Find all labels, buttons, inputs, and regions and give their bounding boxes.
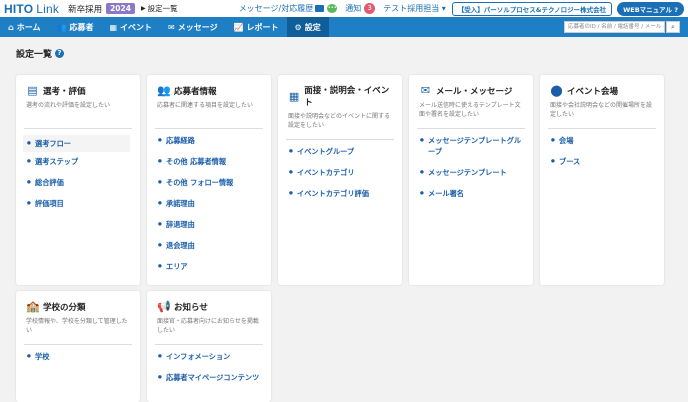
page-title: 設定一覧 ? [16,47,65,60]
settings-link-selection-steps[interactable]: 選考ステップ [26,156,130,167]
main-nav: ⌂ ホーム 👥 応募者 ▦ イベント ✉ メッセージ 📈 レポート ⚙ 設定 応募者のID … [0,17,688,37]
chart-icon: 📈 [233,22,244,32]
card-description: 面接や説明会などのイベントに関する設定をしたい [288,113,391,129]
settings-card-mail-message: ✉ メール・メッセージ メール送信時に使えるテンプレート文面や署名を設定したい … [409,75,533,285]
users-icon: 👥 [56,22,67,32]
settings-link-acceptance-reason[interactable]: 承諾理由 [157,198,261,209]
location-pin-icon: ⬤ [550,84,563,97]
card-title: お知らせ [174,302,208,313]
document-icon: ▤ [27,84,38,97]
nav-events[interactable]: ▦ イベント [101,17,160,37]
settings-link-area[interactable]: エリア [157,261,261,272]
settings-link-message-template[interactable]: メッセージテンプレート [419,167,523,178]
settings-link-mail-signature[interactable]: メール署名 [419,188,523,199]
card-title: イベント会場 [567,86,619,97]
settings-link-other-follow-info[interactable]: その他 フォロー情報 [157,177,261,188]
settings-card-applicant-info: 👥 応募者情報 応募者に関連する項目を設定したい 応募経路 その他 応募者情報 … [147,75,271,285]
settings-link-booth[interactable]: ブース [550,156,654,167]
year-badge[interactable]: 2024 [106,3,135,14]
gear-icon: ⚙ [294,22,302,32]
message-history-label: メッセージ/対応履歴 [238,4,314,13]
recruit-type-label: 新卒採用 [68,4,103,15]
card-description: 面接や会社説明会などの開催場所を設定したい [550,102,653,118]
mail-icon [315,5,325,12]
settings-link-evaluation-items[interactable]: 評価項目 [26,198,130,209]
settings-link-applicant-mypage-content[interactable]: 応募者マイページコンテンツ [157,372,261,383]
calendar-icon: ▦ [288,89,300,103]
nav-reports-label: レポート [246,22,279,32]
company-button[interactable]: 【受入】パーソルプロセス&テクノロジー株式会社 [451,1,613,16]
applicant-search-input[interactable]: 応募者のID / 名前 / 電話番号 / メール [564,21,665,33]
settings-link-event-group[interactable]: イベントグループ [288,146,392,157]
chevron-down-icon: ▾ [439,4,446,13]
card-title: 応募者情報 [174,86,217,97]
nav-reports[interactable]: 📈 レポート [226,17,287,37]
settings-card-events: ▦ 面接・説明会・イベント 面接や説明会などのイベントに関する設定をしたい イベ… [278,75,402,285]
card-title: 学校の分類 [43,302,86,313]
card-description: 面接官・応募者向けにお知らせを掲載したい [157,318,259,334]
logo-sub: Link [36,1,60,16]
help-icon[interactable]: ? [55,49,65,58]
settings-card-school: 🏫 学校の分類 学校情報や、学校を分類して管理したい 学校 [16,291,140,402]
chat-icon: ••• [327,4,338,13]
page-title-text: 設定一覧 [16,50,53,60]
card-description: 学校情報や、学校を分類して管理したい [26,318,128,334]
settings-link-overall-evaluation[interactable]: 総合評価 [26,177,130,188]
card-description: 選考の流れや評価を設定したい [26,102,111,109]
web-manual-label: WEBマニュアル [623,5,672,14]
nav-settings[interactable]: ⚙ 設定 [286,17,329,37]
settings-link-withdrawal-reason[interactable]: 退会理由 [157,240,261,251]
logo-main: HITO [4,1,34,16]
settings-link-message-template-group[interactable]: メッセージテンプレートグループ [419,135,523,157]
user-name: テスト採用担当 [383,4,440,13]
mail-icon: ✉ [168,22,175,32]
settings-card-selection: ▤ 選考・評価 選考の流れや評価を設定したい 選考フロー 選考ステップ 総合評価… [16,75,140,285]
megaphone-icon: 📢 [157,300,171,313]
nav-home[interactable]: ⌂ ホーム [0,17,49,37]
nav-events-label: イベント [120,22,153,32]
search-button[interactable]: ⌕ [666,21,680,33]
calendar-icon: ▦ [109,22,118,32]
notification-button[interactable]: 通知 3 [345,3,376,14]
card-title: メール・メッセージ [436,86,513,97]
nav-applicants[interactable]: 👥 応募者 [49,17,102,37]
web-manual-button[interactable]: WEBマニュアル ? [617,1,684,16]
home-icon: ⌂ [8,22,14,32]
settings-link-selection-flow[interactable]: 選考フロー [23,135,130,152]
top-right-tools: メッセージ/対応履歴 ••• 通知 3 テスト採用担当 ▾ 【受入】パーソルプロ… [239,0,684,17]
settings-link-event-category-evaluation[interactable]: イベントカテゴリ評価 [288,188,392,199]
notification-count-badge: 3 [364,3,376,14]
breadcrumb: ▶ 設定一覧 [141,3,178,14]
nav-messages[interactable]: ✉ メッセージ [160,17,226,37]
nav-applicants-label: 応募者 [69,22,94,32]
settings-link-school[interactable]: 学校 [26,351,130,362]
settings-link-decline-reason[interactable]: 辞退理由 [157,219,261,230]
settings-link-information[interactable]: インフォメーション [157,351,261,362]
user-menu[interactable]: テスト採用担当 ▾ [383,3,446,14]
settings-card-event-venue: ⬤ イベント会場 面接や会社説明会などの開催場所を設定したい 会場 ブース [540,75,664,285]
breadcrumb-current: 設定一覧 [147,4,178,13]
card-title: 面接・説明会・イベント [304,86,390,108]
school-icon: 🏫 [26,300,40,313]
notification-label: 通知 [345,4,362,13]
card-description: 応募者に関連する項目を設定したい [157,102,254,109]
settings-card-notice: 📢 お知らせ 面接官・応募者向けにお知らせを掲載したい インフォメーション 応募… [147,291,271,402]
card-title: 選考・評価 [43,86,86,97]
settings-link-event-category[interactable]: イベントカテゴリ [288,167,392,178]
message-history-link[interactable]: メッセージ/対応履歴 ••• [239,3,338,14]
mail-icon: ✉ [420,84,431,97]
top-bar: HITO Link 新卒採用 2024 ▶ 設定一覧 メッセージ/対応履歴 •••… [0,0,688,17]
nav-settings-label: 設定 [304,22,321,32]
breadcrumb-arrow-icon: ▶ [140,5,146,12]
nav-home-label: ホーム [16,22,41,32]
settings-link-application-route[interactable]: 応募経路 [157,135,261,146]
help-icon: ? [674,5,678,14]
nav-messages-label: メッセージ [177,22,218,32]
settings-link-venue[interactable]: 会場 [550,135,654,146]
card-description: メール送信時に使えるテンプレート文面や署名を設定したい [419,102,521,118]
users-icon: 👥 [157,84,171,97]
search-icon: ⌕ [671,23,675,31]
settings-link-other-applicant-info[interactable]: その他 応募者情報 [157,156,261,167]
app-logo[interactable]: HITO Link [4,2,59,16]
